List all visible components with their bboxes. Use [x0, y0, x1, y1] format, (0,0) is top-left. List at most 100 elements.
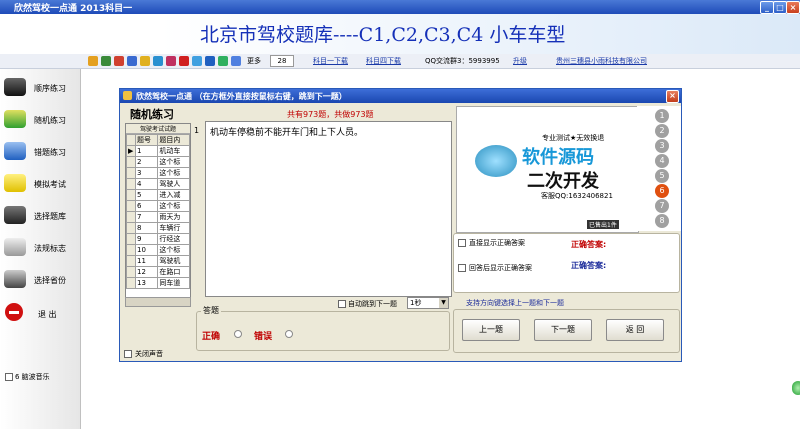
car-icon: [4, 270, 26, 288]
sidebar-item-exit[interactable]: 退 出: [0, 299, 80, 331]
sidebar-item-sequential[interactable]: 顺序练习: [0, 73, 80, 105]
tool-icon[interactable]: [114, 56, 124, 66]
tool-icon[interactable]: [153, 56, 163, 66]
page-number-badge[interactable]: 2: [655, 124, 669, 138]
row-indicator: [126, 277, 136, 289]
answer-correct-radio[interactable]: [234, 330, 242, 338]
sidebar-item-question-bank[interactable]: 选择题库: [0, 201, 80, 233]
window-title: 欣然驾校一点通 2013科目一: [14, 4, 133, 14]
row-indicator: [126, 233, 136, 245]
delay-select[interactable]: 1秒 ▼: [407, 297, 449, 309]
question-preview-cell: 这个标: [157, 244, 190, 256]
after-answer-checkbox[interactable]: [458, 264, 466, 272]
company-link[interactable]: 贵州三穗县小雨科技有限公司: [556, 56, 647, 66]
table-row[interactable]: 3 这个标: [126, 167, 190, 179]
car-icon: [4, 78, 26, 96]
tool-icon[interactable]: [192, 56, 202, 66]
car-icon: [4, 238, 26, 256]
download-subject1-link[interactable]: 科目一下载: [313, 56, 348, 66]
chevron-down-icon: ▼: [439, 298, 448, 308]
practice-dialog: 欣然驾校一点通 （在方框外直接按鼠标右键，跳到下一题） × 随机练习 共有973…: [119, 88, 682, 362]
question-preview-cell: 车辆行: [157, 222, 190, 234]
exit-icon: [5, 303, 23, 321]
table-row[interactable]: 13 同车道: [126, 277, 190, 289]
close-button[interactable]: ×: [786, 1, 800, 14]
tool-icon[interactable]: [88, 56, 98, 66]
table-row[interactable]: 8 车辆行: [126, 222, 190, 234]
delay-value: 1秒: [410, 299, 422, 307]
row-indicator: [126, 266, 136, 278]
tool-icon[interactable]: [140, 56, 150, 66]
mute-checkbox[interactable]: [124, 350, 132, 358]
table-row[interactable]: 12 在路口: [126, 266, 190, 278]
answer-correct-label: 正确: [202, 332, 221, 342]
table-row[interactable]: 10 这个标: [126, 244, 190, 256]
table-row[interactable]: 5 进入减: [126, 189, 190, 201]
tool-icon[interactable]: [127, 56, 137, 66]
answer-group-label: 答题: [201, 305, 221, 316]
grid-horizontal-scrollbar[interactable]: [125, 297, 191, 307]
question-preview-cell: 在路口: [157, 266, 190, 278]
tool-icon[interactable]: [205, 56, 215, 66]
table-row[interactable]: 11 驾驶机: [126, 255, 190, 267]
back-button[interactable]: 返 回: [606, 319, 664, 341]
dialog-close-button[interactable]: ×: [666, 90, 679, 103]
download-subject4-link[interactable]: 科目四下载: [366, 56, 401, 66]
heart-icon[interactable]: [179, 56, 189, 66]
table-row[interactable]: 9 行经这: [126, 233, 190, 245]
auto-next-checkbox[interactable]: [338, 300, 346, 308]
ad-line: 专业测试★无效换退: [542, 134, 605, 142]
page-number-badge[interactable]: 8: [655, 214, 669, 228]
table-row[interactable]: ▶ 1 机动车: [126, 145, 190, 157]
table-row[interactable]: 7 雨天为: [126, 211, 190, 223]
table-row[interactable]: 2 这个标: [126, 156, 190, 168]
question-id-cell: 13: [134, 277, 159, 289]
sidebar-item-mock-exam[interactable]: 模拟考试: [0, 169, 80, 201]
prev-question-button[interactable]: 上一题: [462, 319, 520, 341]
question-preview-cell: 进入减: [157, 189, 190, 201]
row-indicator: [126, 255, 136, 267]
tool-icon[interactable]: [231, 56, 241, 66]
ad-contact: 客服QQ:1632406821: [541, 192, 613, 200]
sidebar-item-label: 退 出: [38, 310, 57, 319]
answer-wrong-radio[interactable]: [285, 330, 293, 338]
question-preview-cell: 雨天为: [157, 211, 190, 223]
sidebar-item-label: 选择省份: [34, 276, 66, 285]
page-number-badge[interactable]: 3: [655, 139, 669, 153]
tool-icon[interactable]: [218, 56, 228, 66]
mute-label: 关闭声音: [135, 350, 163, 358]
grid-caption: 驾驶考试试题: [126, 124, 190, 134]
sidebar-item-label: 法规标志: [34, 244, 66, 253]
minimize-button[interactable]: _: [760, 1, 774, 14]
music-checkbox[interactable]: [5, 373, 13, 381]
table-row[interactable]: 4 驾驶人: [126, 178, 190, 190]
page-number-badge[interactable]: 7: [655, 199, 669, 213]
page-number-badge[interactable]: 5: [655, 169, 669, 183]
page-number-badge[interactable]: 1: [655, 109, 669, 123]
sidebar-item-label: 顺序练习: [34, 84, 66, 93]
ad-big-text: 二次开发: [527, 171, 599, 192]
sidebar-item-wrong[interactable]: 错题练习: [0, 137, 80, 169]
sidebar-item-random[interactable]: 随机练习: [0, 105, 80, 137]
question-id-cell: 3: [134, 167, 159, 179]
page-number-badge[interactable]: 6: [655, 184, 669, 198]
show-answer-checkbox[interactable]: [458, 239, 466, 247]
qq-group-text: QQ交流群3：5993995: [425, 57, 500, 65]
question-preview-cell: 驾驶机: [157, 255, 190, 267]
question-grid[interactable]: 驾驶考试试题 题号 题目内 ▶ 1 机动车 2 这个标 3 这个标 4 驾驶人 5 进入减 6 这个标 7…: [125, 123, 191, 299]
tool-icon[interactable]: [101, 56, 111, 66]
maximize-button[interactable]: □: [773, 1, 787, 14]
question-preview-cell: 同车道: [157, 277, 190, 289]
sidebar-item-regulations[interactable]: 法规标志: [0, 233, 80, 265]
table-row[interactable]: 6 这个标: [126, 200, 190, 212]
sidebar-item-province[interactable]: 选择省份: [0, 265, 80, 297]
status-orb-icon[interactable]: [792, 381, 800, 395]
tool-icon[interactable]: [166, 56, 176, 66]
more-link[interactable]: 更多: [247, 56, 261, 66]
question-id-cell: 1: [134, 145, 159, 157]
question-number: 1: [194, 126, 200, 135]
page-number-badge[interactable]: 4: [655, 154, 669, 168]
upgrade-link[interactable]: 升级: [513, 56, 527, 66]
hint-text: 支持方向键选择上一题和下一题: [466, 299, 564, 307]
next-question-button[interactable]: 下一题: [534, 319, 592, 341]
